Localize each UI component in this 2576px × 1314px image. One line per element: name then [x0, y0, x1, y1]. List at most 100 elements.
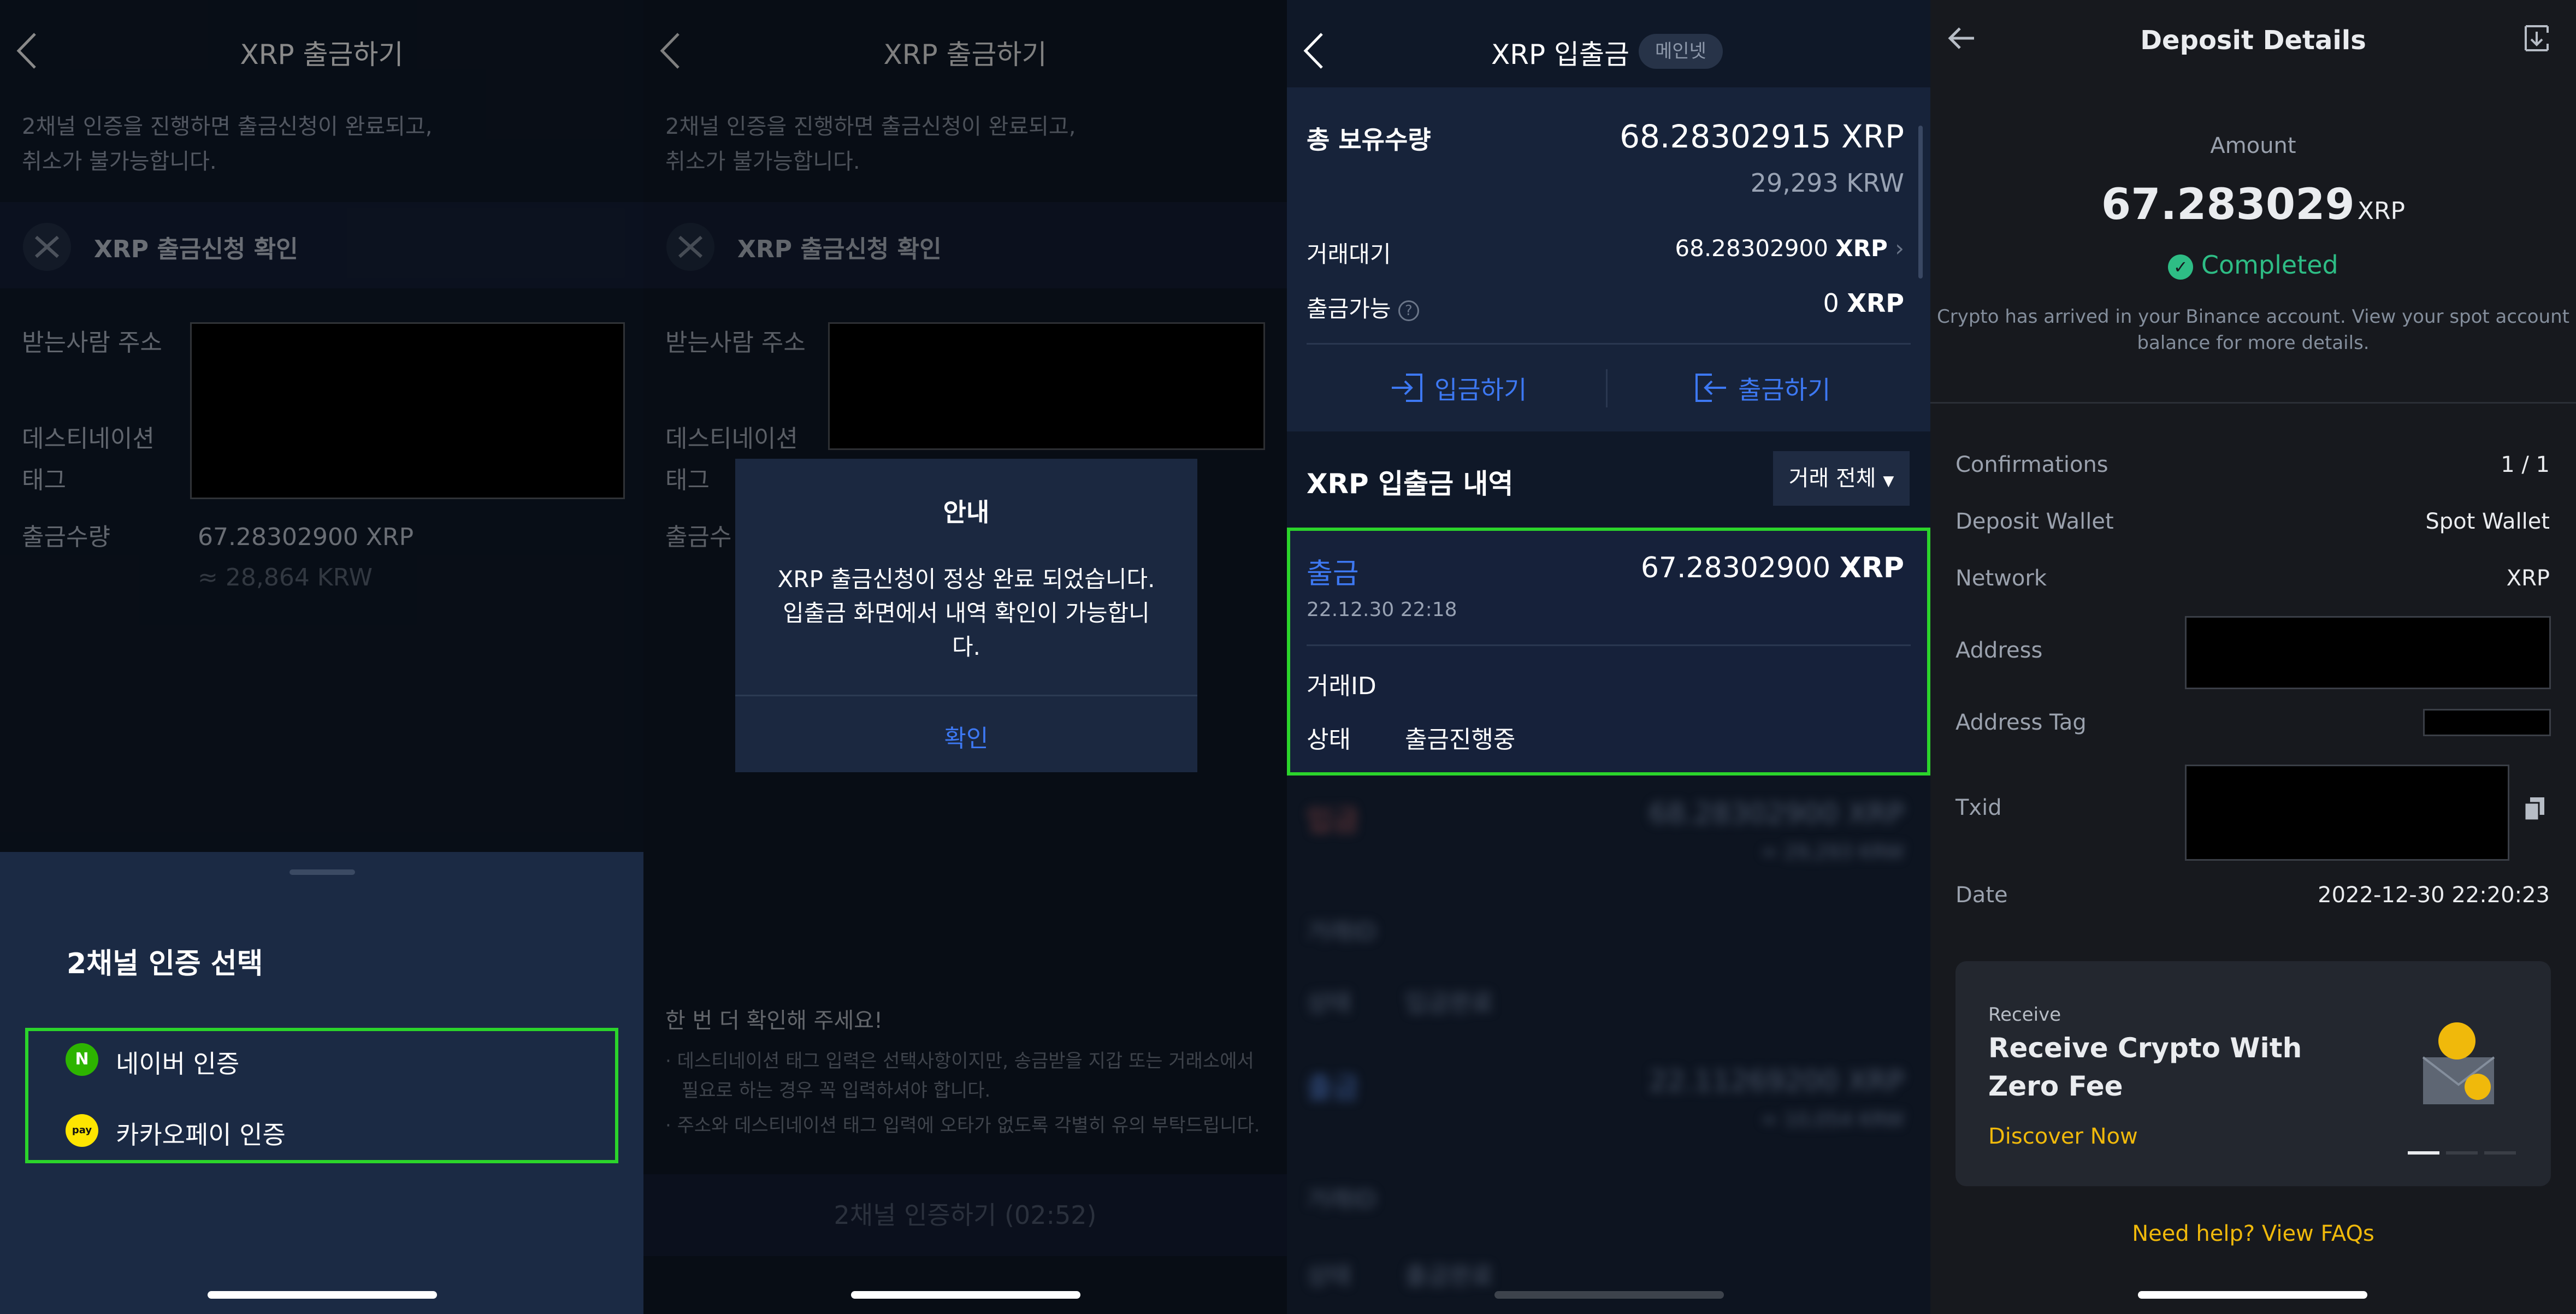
status-text: Completed: [2201, 250, 2338, 280]
check-circle-icon: ✓: [2168, 254, 2194, 280]
dim-overlay: [0, 0, 643, 852]
home-indicator: [851, 1291, 1080, 1299]
pending-value: 68.28302900: [1675, 235, 1828, 262]
available-unit: XRP: [1847, 288, 1904, 318]
kakaopay-auth-option[interactable]: pay 카카오페이 인증: [28, 1099, 615, 1163]
tx-datetime: 22.12.30 22:18: [1307, 599, 1457, 621]
tx-amount-row: 67.28302900 XRP: [1641, 552, 1904, 584]
date-label: Date: [1955, 883, 2008, 908]
tx-status-value: 출금진행중: [1405, 726, 1516, 754]
deposit-button[interactable]: 입금하기: [1390, 367, 1586, 411]
deposit-label: 입금하기: [1434, 375, 1527, 405]
tx-status-label: 상태: [1307, 726, 1351, 754]
amount-label: Amount: [2210, 133, 2296, 158]
amount-row: 67.283029 XRP: [1930, 180, 2576, 229]
deposit-wallet-label: Deposit Wallet: [1955, 509, 2114, 534]
confirmations-label: Confirmations: [1955, 452, 2108, 477]
blurred-tx-krw: ≈ 29,293 KRW: [1761, 841, 1904, 863]
history-filter-dropdown[interactable]: 거래 전체 ▼: [1773, 451, 1910, 506]
promo-eyebrow: Receive: [1988, 1004, 2061, 1026]
discover-now-link[interactable]: Discover Now: [1988, 1124, 2138, 1149]
coin-envelope-icon: [2422, 1022, 2495, 1104]
carousel-dot-active[interactable]: [2408, 1151, 2439, 1155]
available-label: 출금가능: [1307, 295, 1391, 322]
caret-down-icon: ▼: [1883, 473, 1894, 489]
blurred-tx-status: 출금완료: [1405, 1262, 1493, 1290]
withdraw-panel-auth-select: XRP 출금하기 2채널 인증을 진행하면 출금신청이 완료되고, 취소가 불가…: [0, 0, 643, 1314]
mainnet-badge: 메인넷: [1639, 34, 1723, 69]
modal-confirm-button[interactable]: 확인: [735, 719, 1197, 754]
txid-label: Txid: [1955, 795, 2002, 820]
blurred-tx-id-label: 거래ID: [1307, 918, 1376, 946]
pending-label: 거래대기: [1307, 241, 1391, 268]
blurred-tx-status-label: 상태: [1307, 989, 1351, 1017]
blurred-tx-status: 입금완료: [1405, 989, 1493, 1017]
naver-auth-label: 네이버 인증: [116, 1049, 240, 1079]
withdraw-panel-complete-modal: XRP 출금하기 2채널 인증을 진행하면 출금신청이 완료되고, 취소가 불가…: [643, 0, 1287, 1314]
carousel-dot[interactable]: [2484, 1151, 2516, 1155]
available-label-row: 출금가능 ?: [1307, 291, 1419, 324]
total-holdings-value: 68.28302915 XRP: [1620, 118, 1904, 155]
blurred-tx-amount: 22.11269200 XRP: [1649, 1065, 1904, 1098]
naver-icon: N: [66, 1043, 98, 1076]
kakaopay-icon: pay: [66, 1114, 98, 1147]
page-title: Deposit Details: [2140, 25, 2366, 56]
filter-label: 거래 전체: [1788, 466, 1876, 491]
carousel-dot[interactable]: [2446, 1151, 2478, 1155]
help-circle-icon[interactable]: ?: [1398, 300, 1419, 321]
divider: [1307, 343, 1911, 345]
kakaopay-auth-label: 카카오페이 인증: [116, 1120, 286, 1150]
promo-card[interactable]: Receive Receive Crypto With Zero Fee Dis…: [1955, 961, 2551, 1186]
network-label: Network: [1955, 566, 2047, 591]
address-redacted: [2185, 616, 2551, 689]
home-indicator: [1494, 1291, 1724, 1299]
info-text: Crypto has arrived in your Binance accou…: [1936, 306, 2570, 354]
txid-redacted: [2185, 765, 2509, 861]
share-icon[interactable]: [2520, 22, 2553, 55]
address-tag-redacted: [2423, 709, 2551, 736]
divider: [1606, 369, 1608, 407]
sheet-handle[interactable]: [289, 869, 355, 875]
pending-value-row[interactable]: 68.28302900 XRP ›: [1675, 235, 1904, 262]
back-arrow-icon[interactable]: [1301, 32, 1326, 70]
divider: [1307, 644, 1911, 646]
tx-amount: 67.28302900: [1640, 552, 1831, 584]
available-value: 0: [1823, 288, 1839, 318]
sheet-title: 2채널 인증 선택: [67, 948, 263, 980]
blurred-tx-status-label: 상태: [1307, 1262, 1351, 1290]
withdraw-icon: [1695, 374, 1726, 402]
withdraw-button[interactable]: 출금하기: [1693, 367, 1890, 411]
total-holdings-krw: 29,293 KRW: [1750, 168, 1904, 198]
amount-value: 67.283029: [2101, 180, 2355, 229]
blurred-transaction-list: 입금 68.28302900 XRP ≈ 29,293 KRW 거래ID 상태 …: [1287, 776, 1930, 1314]
notice-modal: 안내 XRP 출금신청이 정상 완료 되었습니다. 입출금 화면에서 내역 확인…: [735, 459, 1197, 772]
scrollbar[interactable]: [1918, 126, 1923, 279]
deposit-wallet-value: Spot Wallet: [2425, 509, 2550, 534]
modal-title: 안내: [943, 498, 990, 527]
pending-unit: XRP: [1835, 235, 1888, 262]
page-title: XRP 입출금: [1491, 39, 1630, 70]
blurred-tx-krw: ≈ 10,054 KRW: [1761, 1109, 1904, 1131]
modal-message: XRP 출금신청이 정상 완료 되었습니다. 입출금 화면에서 내역 확인이 가…: [777, 566, 1155, 660]
available-value-row: 0 XRP: [1823, 288, 1904, 318]
total-holdings-label: 총 보유수량: [1307, 125, 1431, 155]
address-tag-label: Address Tag: [1955, 710, 2087, 735]
naver-auth-option[interactable]: N 네이버 인증: [28, 1031, 615, 1096]
tx-type: 출금: [1307, 558, 1359, 590]
blurred-tx-type: 입금: [1307, 804, 1359, 837]
modal-divider: [735, 695, 1197, 696]
withdraw-label: 출금하기: [1738, 375, 1831, 405]
copy-icon[interactable]: [2524, 796, 2545, 821]
divider: [1930, 402, 2576, 404]
binance-deposit-details-panel: Deposit Details Amount 67.283029 XRP ✓ C…: [1930, 0, 2576, 1314]
confirmations-value: 1 / 1: [2501, 452, 2550, 477]
tx-unit: XRP: [1839, 552, 1904, 584]
amount-unit: XRP: [2357, 197, 2406, 225]
address-label: Address: [1955, 638, 2043, 663]
history-title: XRP 입출금 내역: [1307, 468, 1514, 500]
date-value: 2022-12-30 22:20:23: [2318, 883, 2550, 908]
blurred-tx-id-label: 거래ID: [1307, 1186, 1376, 1214]
status-row: ✓ Completed: [1930, 250, 2576, 280]
help-faq-link[interactable]: Need help? View FAQs: [1930, 1221, 2576, 1246]
network-value: XRP: [2506, 566, 2550, 591]
